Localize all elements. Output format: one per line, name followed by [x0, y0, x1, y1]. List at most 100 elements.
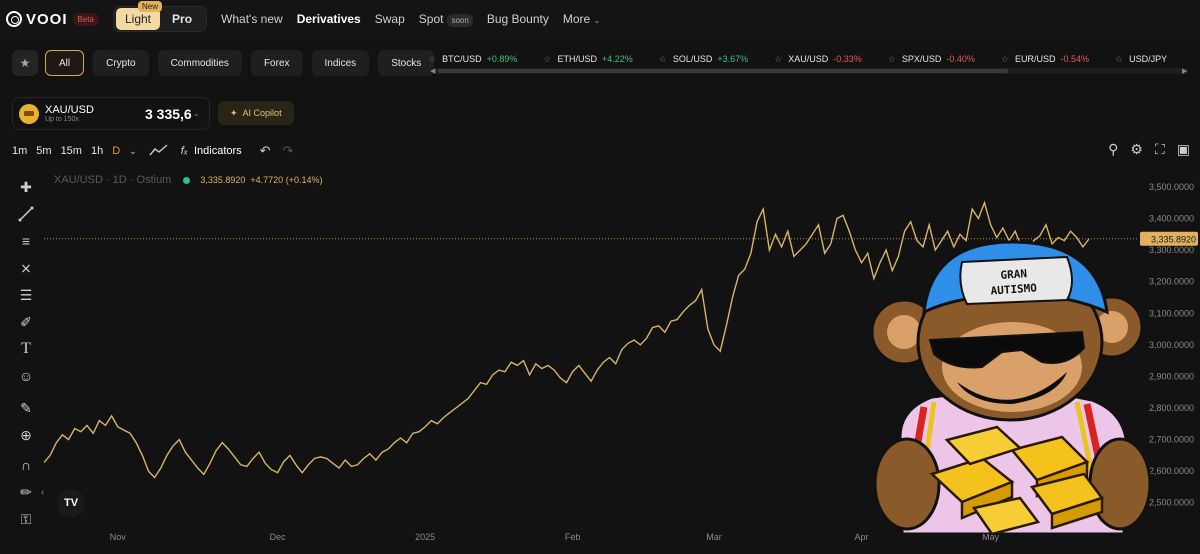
star-icon[interactable]: ☆	[1001, 54, 1009, 65]
ticker-symbol: ETH/USD	[557, 54, 597, 64]
filter-commodities[interactable]: Commodities	[157, 50, 242, 76]
indicators-button[interactable]: fₓ Indicators	[181, 145, 242, 157]
ticker-symbol: USD/JPY	[1129, 54, 1168, 64]
chevron-down-icon[interactable]: ⌄	[129, 146, 137, 157]
filter-forex[interactable]: Forex	[250, 50, 303, 76]
ticker-symbol: SPX/USD	[901, 54, 942, 64]
star-icon[interactable]: ☆	[543, 54, 551, 65]
ticker-strip: ☆ BTC/USD +0.89% ☆ ETH/USD +4.22% ☆ SOL/USD +3…	[428, 50, 1200, 68]
ticker-symbol: SOL/USD	[672, 54, 713, 64]
star-icon[interactable]: ☆	[888, 54, 896, 65]
ticker-scrollbar[interactable]	[428, 68, 1188, 74]
chart-type-icon[interactable]	[149, 143, 169, 160]
redo-icon[interactable]: ↷	[283, 143, 294, 159]
mode-toggle[interactable]: New Light Pro	[112, 1, 208, 32]
scroll-left-icon[interactable]: ◀	[430, 67, 435, 75]
emoji-icon[interactable]: ☺	[14, 364, 38, 388]
magnet-icon[interactable]: ∩	[14, 453, 38, 477]
undo-icon[interactable]: ↶	[260, 143, 271, 159]
ticker-change: -0.40%	[946, 54, 975, 64]
ticker-change: -0.54%	[1060, 54, 1089, 64]
market-filters: ★ All Crypto Commodities Forex Indices S…	[12, 50, 443, 76]
timeframe-15m[interactable]: 15m	[61, 145, 82, 157]
text-icon[interactable]: T	[14, 337, 38, 361]
scroll-thumb[interactable]	[438, 69, 1008, 73]
timeframe-1h[interactable]: 1h	[91, 145, 103, 157]
drawing-toolbar: ✚ ≡ ⨯ ☰ ✐ T ☺ ✎ ⊕ ∩ ✏ ⚿	[14, 175, 38, 534]
lock-icon[interactable]: ⚿	[14, 507, 38, 531]
crosshair-icon[interactable]: ✚	[14, 175, 38, 199]
star-icon[interactable]: ☆	[774, 54, 782, 65]
timeframe-5m[interactable]: 5m	[36, 145, 51, 157]
pattern-icon[interactable]: ⨯	[14, 256, 38, 280]
tradingview-logo[interactable]: TV	[57, 489, 85, 517]
star-icon[interactable]: ☆	[1115, 54, 1123, 65]
pencil-lock-icon[interactable]: ✏	[14, 480, 38, 504]
ticker-item[interactable]: ☆ BTC/USD +0.89%	[428, 54, 517, 65]
trendline-icon[interactable]	[14, 202, 38, 226]
timeframe-d[interactable]: D	[112, 145, 120, 157]
mode-pro-button[interactable]: Pro	[160, 8, 204, 30]
ticker-item[interactable]: ☆ SOL/USD +3.67%	[659, 54, 748, 65]
chart-right-tools: ⚲ ⚙ ⛶ ▣	[1096, 141, 1190, 158]
gold-bar-icon	[19, 103, 39, 124]
ticker-change: +3.67%	[717, 54, 749, 64]
search-icon[interactable]: ⚲	[1108, 141, 1118, 158]
y-tick-label: 3,500.0000	[1149, 182, 1194, 192]
ticker-item[interactable]: ☆ USD/JPY	[1115, 54, 1167, 65]
timeframe-1m[interactable]: 1m	[12, 145, 27, 157]
ai-copilot-button[interactable]: ✦ AI Copilot	[218, 101, 294, 125]
x-tick-label: Mar	[706, 532, 722, 542]
logo-icon	[6, 11, 22, 27]
brand-name: VOOI	[26, 10, 68, 28]
ticker-change: +0.89%	[486, 54, 518, 64]
nav-whats-new[interactable]: What's new	[221, 12, 283, 26]
asset-selector[interactable]: XAU/USD Up to 150x 3 335,6 ⌄	[12, 97, 210, 130]
cap-text: GRAN	[1000, 267, 1027, 282]
ticker-symbol: EUR/USD	[1014, 54, 1056, 64]
asset-leverage: Up to 150x	[45, 116, 79, 123]
settings-icon[interactable]: ⚙	[1130, 141, 1143, 158]
x-tick-label: 2025	[415, 532, 435, 542]
fib-icon[interactable]: ☰	[14, 283, 38, 307]
fullscreen-icon[interactable]: ⛶	[1155, 141, 1165, 158]
ticker-change: +4.22%	[601, 54, 633, 64]
nav-spot-label: Spot	[418, 12, 444, 26]
beta-badge: Beta	[72, 12, 99, 26]
sparkle-icon: ✦	[230, 107, 238, 118]
ticker-item[interactable]: ☆ EUR/USD -0.54%	[1001, 54, 1089, 65]
ticker-item[interactable]: ☆ ETH/USD +4.22%	[543, 54, 632, 65]
asset-price: 3 335,6	[145, 106, 192, 122]
ticker-item[interactable]: ☆ XAU/USD -0.33%	[774, 54, 862, 65]
x-tick-label: Dec	[270, 532, 287, 542]
nav-more[interactable]: More ⌄	[563, 12, 600, 26]
camera-icon[interactable]: ▣	[1177, 141, 1190, 158]
x-tick-label: Nov	[110, 532, 127, 542]
nav-swap[interactable]: Swap	[375, 12, 405, 26]
favorites-star-icon[interactable]: ★	[12, 50, 38, 76]
parallel-lines-icon[interactable]: ≡	[14, 229, 38, 253]
chart-toolbar: 1m 5m 15m 1h D ⌄ fₓ Indicators ↶ ↷	[12, 143, 305, 159]
filter-stocks[interactable]: Stocks	[378, 50, 435, 76]
ticker-item[interactable]: ☆ SPX/USD -0.40%	[888, 54, 975, 65]
star-icon[interactable]: ☆	[428, 54, 436, 65]
nav-spot[interactable]: Spot soon	[418, 12, 473, 27]
ai-copilot-label: AI Copilot	[242, 108, 282, 118]
collapse-toolbar-icon[interactable]: ‹	[41, 487, 44, 498]
star-icon[interactable]: ☆	[659, 54, 667, 65]
filter-indices[interactable]: Indices	[311, 50, 370, 76]
indicators-label: Indicators	[193, 145, 242, 157]
filter-all[interactable]: All	[45, 50, 85, 76]
chevron-down-icon: ⌄	[193, 109, 200, 118]
brush-icon[interactable]: ✐	[14, 310, 38, 334]
filter-crypto[interactable]: Crypto	[93, 50, 149, 76]
nav-bug-bounty[interactable]: Bug Bounty	[487, 12, 549, 26]
logo[interactable]: VOOI Beta	[6, 11, 99, 28]
ruler-icon[interactable]: ✎	[14, 396, 38, 420]
nav-derivatives[interactable]: Derivatives	[297, 12, 361, 26]
ticker-change: -0.33%	[833, 54, 862, 64]
new-badge: New	[137, 1, 162, 12]
scroll-right-icon[interactable]: ▶	[1182, 67, 1187, 75]
top-nav: VOOI Beta New Light Pro What's new Deriv…	[0, 0, 1200, 38]
zoom-in-icon[interactable]: ⊕	[14, 423, 38, 447]
